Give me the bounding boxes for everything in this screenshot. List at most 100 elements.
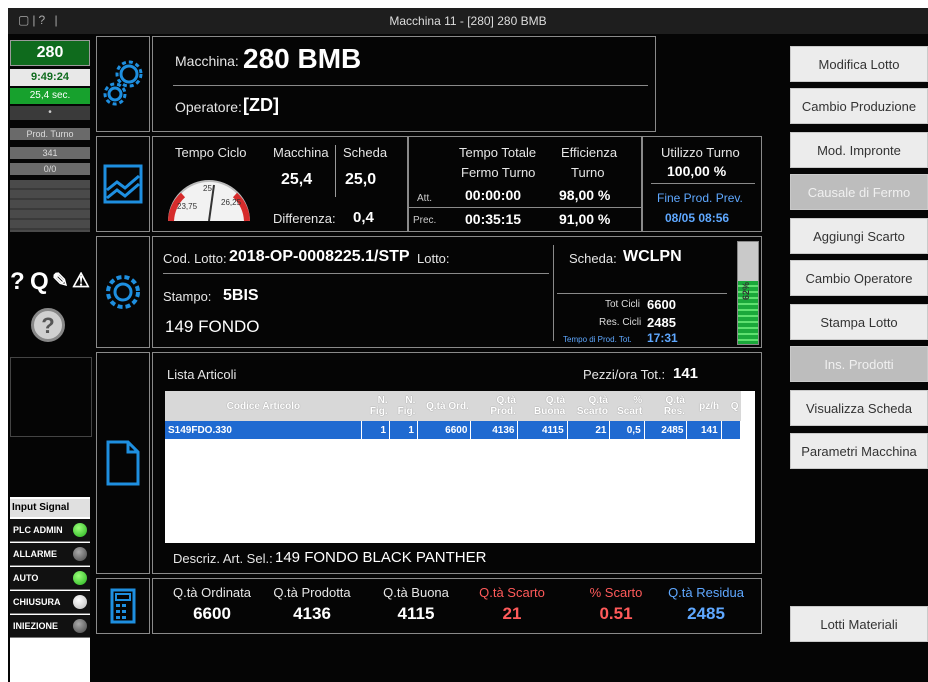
action-button[interactable]: Modifica Lotto (790, 46, 928, 82)
signal-led-icon (73, 571, 87, 585)
cycle-scheda-value: 25,0 (345, 171, 377, 188)
table-column-header[interactable]: Q.tà Buona (517, 391, 568, 421)
fine-prod-label: Fine Prod. Prev. (657, 191, 743, 205)
table-column-header[interactable]: N. Fig. (389, 391, 418, 421)
prod-turno-label: Prod. Turno (10, 128, 90, 140)
cod-lotto-value: 2018-OP-0008225.1/STP (229, 248, 410, 265)
table-cell: S149FDO.330 (165, 421, 363, 439)
input-signal-row: ALLARME (10, 543, 90, 566)
fermo-turno-label: Fermo Turno (461, 165, 536, 180)
utilizzo-value: 100,00 % (667, 163, 727, 179)
input-signal-label: AUTO (13, 573, 39, 583)
macchina-label: Macchina: (175, 53, 239, 69)
action-button[interactable]: Cambio Produzione (790, 88, 928, 124)
table-column-header[interactable]: Q.tà Ord. (417, 391, 471, 421)
machine-header-panel: Macchina: 280 BMB Operatore: [ZD] (152, 36, 656, 132)
articoli-panel: Lista Articoli Pezzi/ora Tot.: 141 Codic… (152, 352, 762, 574)
calculator-section-icon-box (96, 578, 150, 634)
table-column-header[interactable]: Q (721, 391, 741, 421)
help-circle-icon[interactable]: ? (31, 308, 65, 342)
total-label: Q.tà Residua (668, 585, 744, 600)
cycle-scheda-label: Scheda (343, 145, 388, 160)
gauge-mid: 25 (203, 184, 212, 193)
prec-label: Prec. (413, 215, 437, 226)
action-button[interactable]: Cambio Operatore (790, 260, 928, 296)
lotto-panel: Cod. Lotto: 2018-OP-0008225.1/STP Lotto:… (152, 236, 762, 348)
tot-cicli-label: Tot Cicli (605, 299, 641, 310)
search-icon[interactable]: Q (30, 268, 49, 296)
input-signal-row: INIEZIONE (10, 615, 90, 638)
status-dot-box: • (10, 106, 90, 120)
gauge-low: 23,75 (177, 202, 198, 211)
tempo-ciclo-label: Tempo Ciclo (175, 145, 247, 160)
cycle-time: 25,4 sec. (29, 90, 71, 101)
eff-turno-label: Turno (571, 165, 605, 180)
table-column-header[interactable]: Q.tà Prod. (470, 391, 518, 421)
total-item: Q.tà Residua 2485 (659, 585, 753, 624)
tot-cicli-value: 6600 (647, 297, 676, 312)
total-label: % Scarto (589, 585, 643, 600)
fermo-prec-value: 00:35:15 (465, 211, 522, 227)
total-label: Q.tà Buona (383, 585, 449, 600)
document-icon (106, 440, 140, 486)
total-label: Q.tà Scarto (479, 585, 545, 600)
tempo-totale-label: Tempo Totale (459, 145, 537, 160)
table-column-header[interactable]: N. Fig. (361, 391, 390, 421)
table-column-header[interactable]: Q.tà Scarto (567, 391, 610, 421)
table-row[interactable]: S149FDO.330 1 1 6600 4136 4115 21 0,5 2485 141 (165, 421, 742, 439)
table-cell: 1 (361, 421, 391, 439)
action-button[interactable]: Stampa Lotto (790, 304, 928, 340)
action-button[interactable]: Visualizza Scheda (790, 390, 928, 426)
totals-panel: Q.tà Ordinata 6600 Q.tà Prodotta 4136 Q.tà B… (152, 578, 762, 634)
table-column-header[interactable]: Codice Articolo (165, 391, 362, 421)
descr-label: Descriz. Art. Sel.: (173, 551, 273, 566)
help-question-icon[interactable]: ? (10, 268, 25, 296)
total-item: Q.tà Scarto 21 (465, 585, 559, 624)
utilizzo-panel: Utilizzo Turno 100,00 % Fine Prod. Prev.… (642, 136, 762, 232)
action-button[interactable]: Mod. Impronte (790, 132, 928, 168)
lot-progress-label: 62% (741, 282, 751, 301)
wrench-icon[interactable]: ✎ (52, 268, 69, 293)
ratio-value: 0/0 (10, 163, 90, 175)
tool-icons: ? Q ✎ ⚠ (10, 266, 92, 306)
table-column-header[interactable]: % Scart (609, 391, 645, 421)
descr-value: 149 FONDO BLACK PANTHER (275, 549, 487, 566)
warning-icon[interactable]: ⚠ (72, 268, 90, 293)
input-signal-label: INIEZIONE (13, 621, 59, 631)
action-button[interactable]: Lotti Materiali (790, 606, 928, 642)
table-cell (721, 421, 742, 439)
clock-box: 9:49:24 (10, 69, 90, 86)
input-signal-label: PLC ADMIN (13, 525, 63, 535)
gear-section-icon-box (96, 36, 150, 132)
action-button[interactable]: Aggiungi Scarto (790, 218, 928, 254)
gears-icon (103, 60, 143, 106)
status-dot: • (48, 107, 52, 118)
signal-led-icon (73, 595, 87, 609)
action-button[interactable]: Ins. Prodotti (790, 346, 928, 382)
total-value: 6600 (193, 604, 231, 623)
action-button[interactable]: Parametri Macchina (790, 433, 928, 469)
table-cell: 141 (686, 421, 722, 439)
res-cicli-label: Res. Cicli (599, 317, 642, 328)
articoli-table-area[interactable]: Codice Articolo N. Fig. N. Fig. Q.tà Ord. Q.… (165, 391, 755, 543)
efficienza-label: Efficienza (561, 145, 618, 160)
table-column-header[interactable]: pz/h (686, 391, 722, 421)
table-cell: 4136 (470, 421, 519, 439)
operatore-value: [ZD] (243, 95, 279, 115)
lot-progress-bar: 62% (737, 241, 759, 345)
input-signal-row: PLC ADMIN (10, 519, 90, 542)
total-item: Q.tà Buona 4115 (369, 585, 463, 624)
window-title: Macchina 11 - [280] 280 BMB (389, 14, 547, 28)
tempo-prod-label: Tempo di Prod. Tot. (563, 335, 632, 344)
table-cell: 4115 (517, 421, 568, 439)
action-button[interactable]: Causale di Fermo (790, 174, 928, 210)
lotto-suffix-label: Lotto: (417, 251, 450, 266)
lotto-scheda-value: WCLPN (623, 248, 682, 265)
table-column-header[interactable]: Q.tà Res. (644, 391, 687, 421)
articoli-table[interactable]: Codice Articolo N. Fig. N. Fig. Q.tà Ord. Q.… (165, 391, 742, 439)
prod-turno-value: 341 (10, 147, 90, 159)
fondo-value: 149 FONDO (165, 317, 260, 336)
cycle-macchina-label: Macchina (273, 145, 329, 160)
table-cell: 6600 (417, 421, 472, 439)
total-label: Q.tà Ordinata (172, 585, 252, 600)
